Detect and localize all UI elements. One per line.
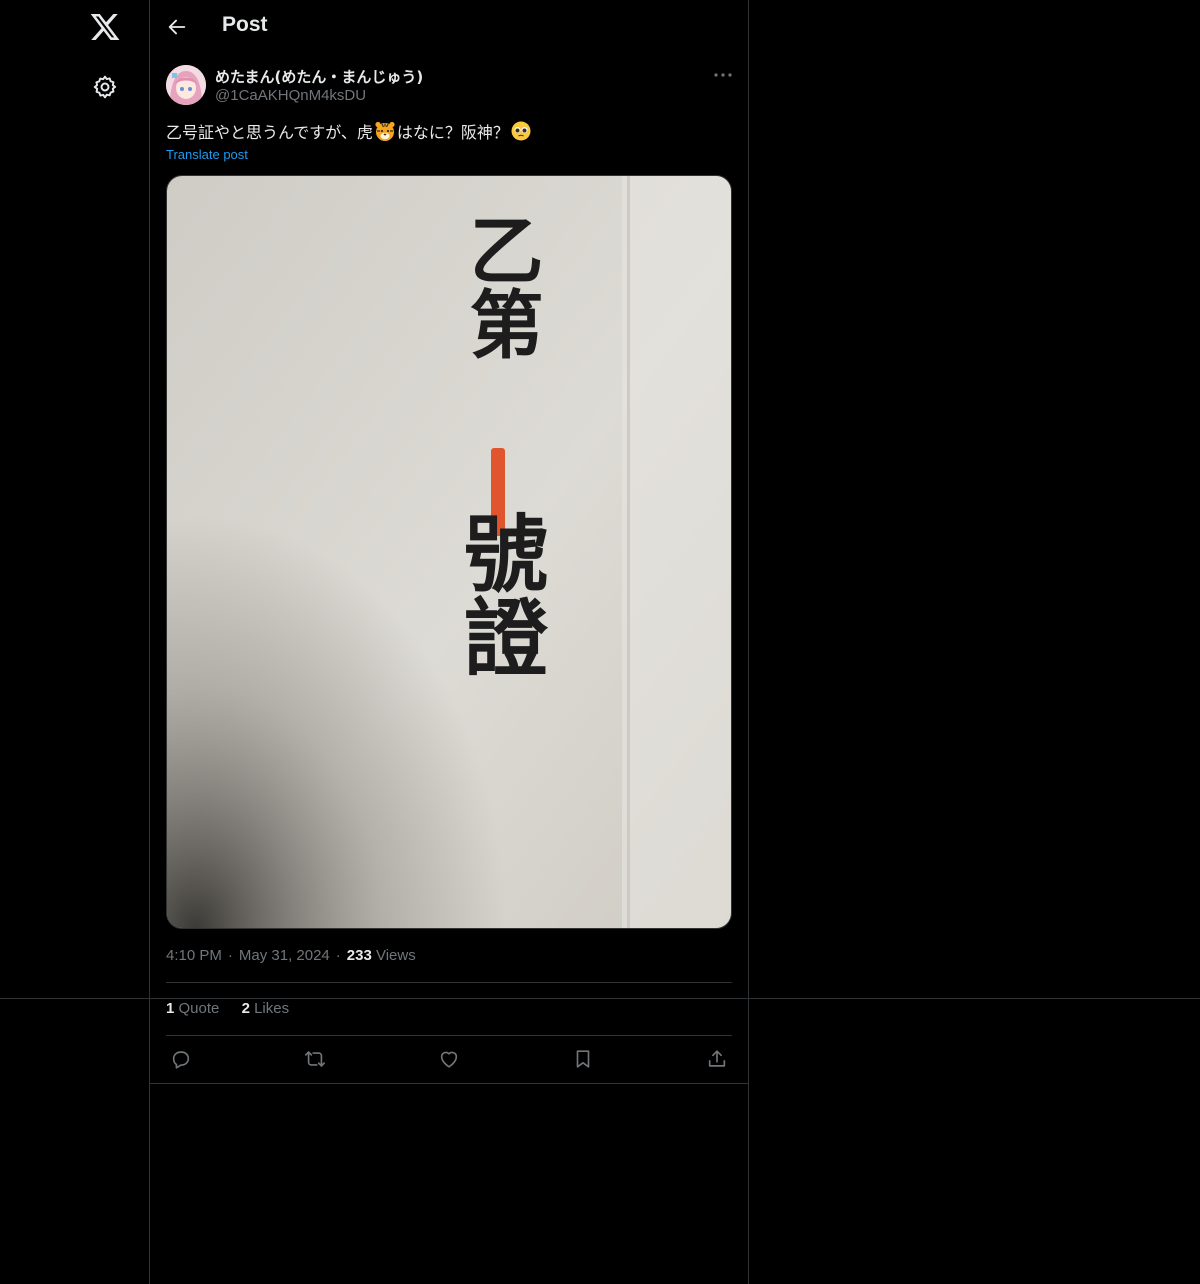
post-date[interactable]: May 31, 2024	[239, 947, 330, 964]
quotes-count: 1	[166, 1000, 175, 1017]
like-heart-icon[interactable]	[438, 1048, 460, 1070]
post-text-part-2: はなに？阪神？	[396, 123, 509, 142]
main-column: Post めたまん(めたん・まんじゅう) @1CaAKHQnM4ksDU 乙号証…	[149, 0, 749, 1284]
action-bar-divider	[150, 1083, 748, 1084]
author-handle[interactable]: @1CaAKHQnM4ksDU	[215, 87, 366, 104]
translate-post-link[interactable]: Translate post	[166, 147, 248, 162]
likes-stat[interactable]: 2 Likes	[242, 1000, 290, 1017]
image-text-top: 乙第	[457, 212, 543, 360]
views-label: Views	[375, 947, 416, 964]
action-bar	[150, 1036, 748, 1083]
reply-icon[interactable]	[170, 1048, 192, 1070]
quotes-label: Quote	[178, 1000, 220, 1017]
bookmark-icon[interactable]	[572, 1048, 594, 1070]
post-header: Post	[150, 0, 748, 54]
meta-divider	[166, 982, 732, 983]
settings-gear-icon[interactable]	[92, 74, 118, 100]
more-options-icon[interactable]	[712, 66, 734, 84]
repost-icon[interactable]	[304, 1048, 326, 1070]
post-time[interactable]: 4:10 PM	[166, 947, 222, 964]
likes-label: Likes	[254, 1000, 290, 1017]
post-stats: 1 Quote 2 Likes	[166, 1000, 307, 1017]
tiger-face-emoji-icon	[374, 120, 396, 142]
likes-count: 2	[241, 1000, 250, 1017]
pleading-face-emoji-icon	[510, 120, 532, 142]
avatar[interactable]	[166, 65, 206, 105]
views-count: 233	[346, 947, 372, 964]
author-display-name[interactable]: めたまん(めたん・まんじゅう)	[215, 66, 423, 87]
quotes-stat[interactable]: 1 Quote	[166, 1000, 219, 1017]
x-logo-icon[interactable]	[89, 11, 121, 43]
post-text-part-1: 乙号証やと思うんですが、虎	[166, 123, 373, 142]
image-text-bottom: 號證	[451, 510, 550, 678]
share-icon[interactable]	[706, 1048, 728, 1070]
left-navigation	[0, 0, 150, 1284]
post-image[interactable]: 乙第 號證	[166, 175, 732, 929]
post-meta: 4:10 PM · May 31, 2024 · 233 Views	[166, 947, 416, 964]
post-text: 乙号証やと思うんですが、虎 はなに？阪神？	[166, 119, 533, 143]
page-title: Post	[222, 13, 268, 36]
back-arrow-icon[interactable]	[166, 16, 188, 38]
